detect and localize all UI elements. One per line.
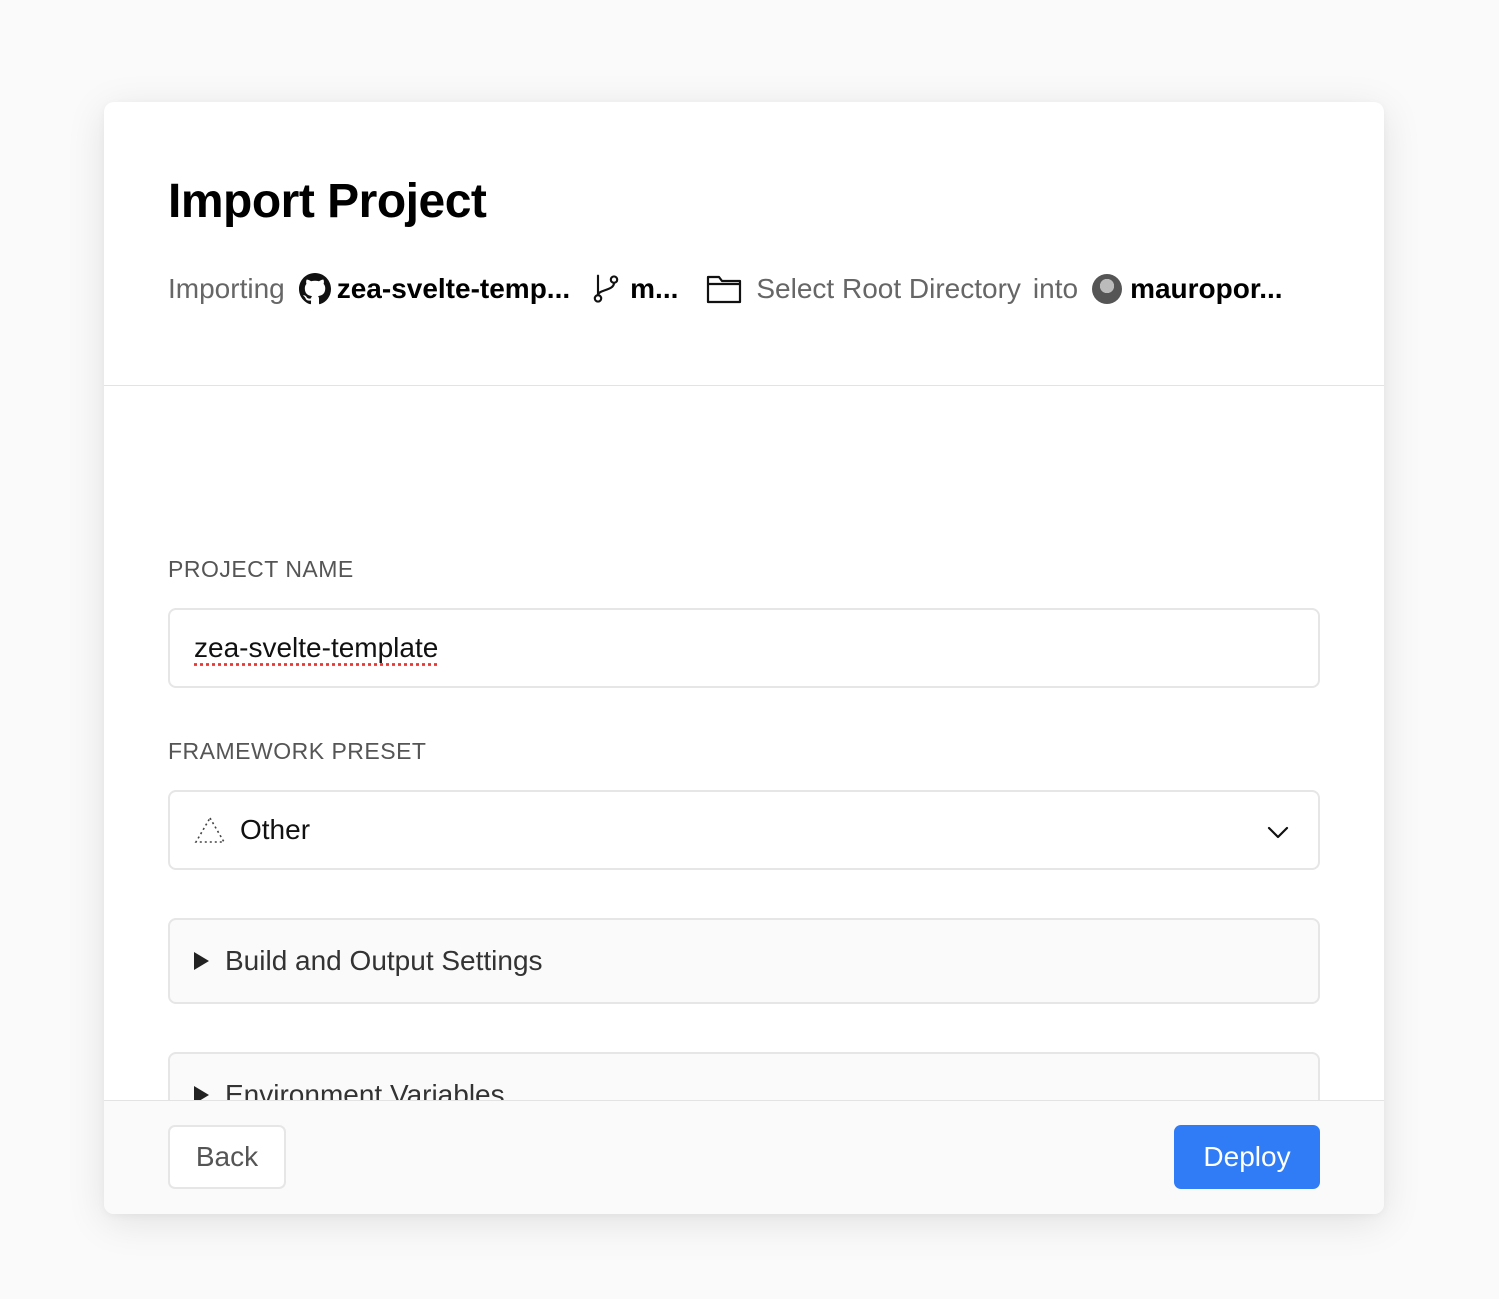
card-body: PROJECT NAME zea-svelte-template FRAMEWO… [104, 386, 1384, 1138]
card-header: Import Project Importing zea-svelte-temp… [104, 102, 1384, 386]
github-icon [298, 273, 331, 305]
importing-label: Importing [168, 273, 285, 304]
branch-link[interactable]: m... [630, 273, 678, 305]
framework-preset-select[interactable]: Other [168, 790, 1320, 870]
project-name-input[interactable]: zea-svelte-template [168, 608, 1320, 688]
triangle-right-icon [194, 952, 209, 970]
build-output-settings-toggle[interactable]: Build and Output Settings [168, 918, 1320, 1004]
account-link[interactable]: mauropor... [1130, 273, 1282, 305]
framework-preset-label: FRAMEWORK PRESET [168, 738, 427, 764]
into-label: into [1032, 273, 1079, 304]
import-project-card: Import Project Importing zea-svelte-temp… [104, 102, 1384, 1214]
folder-icon [706, 273, 742, 305]
project-name-value: zea-svelte-template [194, 632, 439, 663]
select-root-directory-link[interactable]: Select Root Directory [756, 273, 1021, 305]
build-output-settings-label: Build and Output Settings [225, 945, 543, 976]
card-footer: Back Deploy [104, 1100, 1384, 1214]
git-branch-icon [590, 272, 622, 306]
chevron-down-icon [1266, 819, 1290, 851]
avatar [1092, 274, 1123, 304]
deploy-button[interactable]: Deploy [1174, 1125, 1320, 1189]
back-button[interactable]: Back [168, 1125, 286, 1189]
triangle-outline-icon [194, 816, 226, 844]
page-title: Import Project [168, 175, 487, 228]
project-name-label: PROJECT NAME [168, 556, 354, 582]
repo-link[interactable]: zea-svelte-temp... [337, 273, 570, 305]
import-summary: Importing zea-svelte-temp... m... Select… [168, 272, 1320, 306]
framework-preset-value: Other [240, 814, 311, 845]
